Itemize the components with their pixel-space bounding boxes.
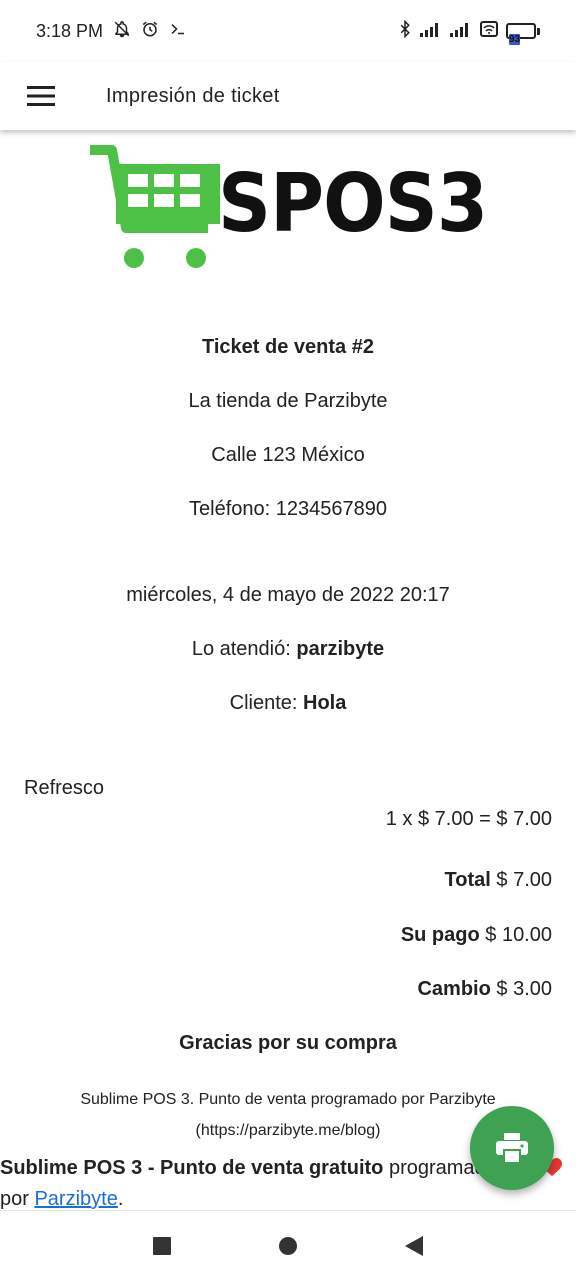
battery-icon: 93	[506, 23, 540, 45]
parzibyte-link[interactable]: Parzibyte	[34, 1188, 117, 1210]
client: Cliente: Hola	[0, 692, 576, 715]
square-icon	[153, 1236, 171, 1255]
print-button[interactable]	[470, 1106, 554, 1190]
navigation-bar	[0, 1210, 576, 1280]
client-label: Cliente:	[229, 692, 304, 714]
store-name: La tienda de Parzibyte	[188, 390, 388, 412]
bell-off-icon	[113, 20, 131, 43]
ticket-heading: Ticket de venta #2	[202, 336, 374, 358]
circle-icon	[279, 1236, 297, 1255]
status-time: 3:18 PM	[36, 20, 104, 41]
change-value: $ 3.00	[490, 978, 552, 1000]
back-button[interactable]	[397, 1229, 431, 1263]
attended-by: Lo atendió: parzibyte	[0, 638, 576, 661]
store-phone: Teléfono: 1234567890	[189, 498, 387, 520]
total-line: Total $ 7.00	[445, 869, 552, 892]
total-label: Total	[444, 869, 491, 891]
item-name: Refresco	[24, 777, 105, 799]
status-right: 93	[398, 19, 540, 45]
footer-end: .	[117, 1188, 124, 1210]
back-triangle-icon	[405, 1235, 423, 1256]
ticket-content: SPOS3 Ticket de venta #2 La tienda de Pa…	[0, 130, 576, 1210]
change-line: Cambio $ 3.00	[417, 978, 552, 1001]
hamburger-menu-icon	[27, 86, 55, 106]
attended-label: Lo atendió:	[191, 638, 297, 660]
recents-button[interactable]	[145, 1229, 179, 1263]
alarm-icon	[141, 20, 159, 43]
footer-by: por	[0, 1188, 35, 1210]
signal-icon	[420, 21, 442, 42]
total-value: $ 7.00	[490, 869, 552, 891]
status-bar: 3:18 PM 93	[0, 0, 576, 62]
terminal-icon	[169, 20, 187, 43]
status-left: 3:18 PM	[36, 20, 187, 43]
spos3-logo: SPOS3	[86, 142, 496, 272]
footer-small-1: Sublime POS 3. Punto de venta programado…	[80, 1091, 496, 1108]
thanks-message: Gracias por su compra	[179, 1032, 397, 1054]
item-detail: 1 x $ 7.00 = $ 7.00	[385, 808, 552, 830]
bluetooth-icon	[398, 19, 412, 43]
battery-level: 93	[509, 34, 521, 45]
home-button[interactable]	[271, 1229, 305, 1263]
client-value: Hola	[303, 692, 347, 714]
footer-bold: Sublime POS 3 - Punto de venta gratuito	[0, 1157, 384, 1179]
menu-button[interactable]	[0, 62, 82, 130]
payment-label: Su pago	[400, 924, 480, 946]
store-address: Calle 123 México	[211, 444, 365, 466]
payment-value: $ 10.00	[479, 924, 552, 946]
payment-line: Su pago $ 10.00	[401, 924, 552, 947]
page-title: Impresión de ticket	[106, 84, 280, 107]
attended-value: parzibyte	[296, 638, 385, 660]
signal-icon-2	[450, 21, 472, 42]
shopping-cart-icon	[90, 145, 220, 268]
app-bar: Impresión de ticket	[0, 62, 576, 130]
ticket-date: miércoles, 4 de mayo de 2022 20:17	[126, 584, 450, 606]
logo-text: SPOS3	[218, 157, 488, 250]
change-label: Cambio	[417, 978, 491, 1000]
printer-icon	[496, 1133, 528, 1163]
wifi-icon	[480, 20, 498, 42]
